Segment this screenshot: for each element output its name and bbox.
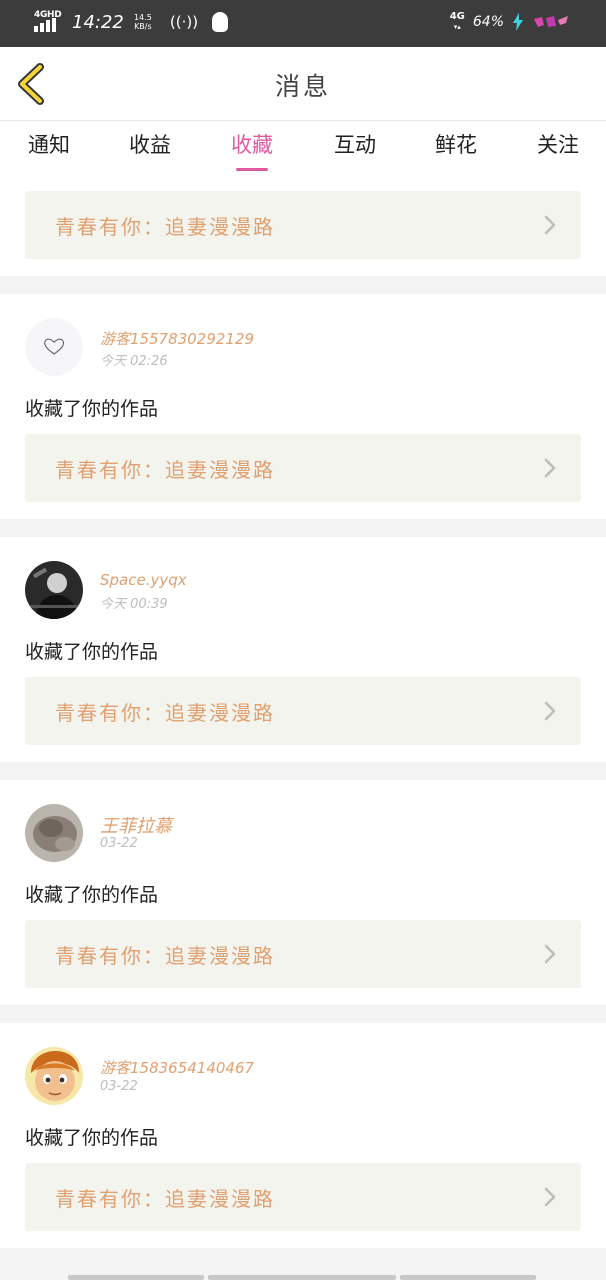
notification-message: 收藏了你的作品: [25, 1127, 159, 1149]
tab-bar: 通知 收益 收藏 互动 鲜花 关注: [0, 121, 606, 175]
tab-interactions[interactable]: 互动: [323, 129, 387, 159]
work-link[interactable]: 青春有你：追妻漫漫路: [25, 434, 581, 502]
chevron-right-icon: [543, 214, 557, 236]
username[interactable]: 游客15836541404​67: [100, 1057, 254, 1078]
tab-earnings[interactable]: 收益: [118, 129, 182, 159]
hotspot-icon: ((·)): [169, 13, 199, 31]
clock: 14:22: [72, 11, 124, 33]
notification-message: 收藏了你的作品: [25, 884, 159, 906]
tab-favorites-label: 收藏: [231, 133, 273, 157]
user-avatar[interactable]: [25, 1047, 83, 1105]
net-speed: 14.5 KB/s: [132, 13, 154, 31]
timestamp: 03-22: [100, 836, 138, 851]
work-title: 青春有你：追妻漫漫路: [55, 458, 275, 482]
signal-bars: [34, 18, 56, 32]
battery-level: 64%: [472, 14, 504, 30]
username[interactable]: 游客15578302921​29: [100, 328, 254, 349]
user-avatar[interactable]: [25, 804, 83, 862]
tab-notifications[interactable]: 通知: [17, 129, 81, 159]
work-title: 青春有你：追妻漫漫路: [55, 215, 275, 239]
work-title: 青春有你：追妻漫漫路: [55, 701, 275, 725]
notification-card: Space.yyqx 今天 00:39 收藏了你的作品 青春有你：追妻漫漫路: [0, 537, 606, 762]
work-title: 青春有你：追妻漫漫路: [55, 944, 275, 968]
chevron-right-icon: [543, 700, 557, 722]
tab-following[interactable]: 关注: [526, 129, 590, 159]
chevron-right-icon: [543, 457, 557, 479]
cell-signal-icon: 4GHD: [32, 10, 62, 34]
work-link[interactable]: 青春有你：追妻漫漫路: [25, 191, 581, 259]
status-right: 4G ▾▴ 64%: [450, 12, 572, 32]
timestamp: 今天 00:39: [100, 597, 168, 612]
work-link[interactable]: 青春有你：追妻漫漫路: [25, 920, 581, 988]
network-4g-icon: 4G ▾▴: [449, 11, 465, 32]
net-speed-unit: KB/s: [134, 22, 152, 31]
tab-favorites[interactable]: 收藏: [220, 129, 284, 171]
notification-message: 收藏了你的作品: [25, 398, 159, 420]
status-left: 4GHD 14:22 14.5 KB/s ((·)): [32, 10, 229, 34]
work-link[interactable]: 青春有你：追妻漫漫路: [25, 1163, 581, 1231]
active-tab-indicator: [236, 168, 268, 171]
status-bar: 4GHD 14:22 14.5 KB/s ((·)) 4G ▾▴ 64%: [0, 0, 606, 47]
chevron-right-icon: [543, 1186, 557, 1208]
net-speed-value: 14.5: [133, 13, 152, 22]
username[interactable]: Space.yyqx: [100, 571, 187, 589]
next-card-peek: [68, 1275, 538, 1280]
username[interactable]: 王菲拉慕: [100, 812, 172, 838]
user-avatar[interactable]: [25, 318, 83, 376]
notification-card: 游客15836541404​67 03-22 收藏了你的作品 青春有你：追妻漫漫…: [0, 1023, 606, 1248]
user-avatar[interactable]: [25, 561, 83, 619]
notification-card: 王菲拉慕 03-22 收藏了你的作品 青春有你：追妻漫漫路: [0, 780, 606, 1005]
page-title: 消息: [274, 72, 331, 101]
notification-card: 游客15578302921​29 今天 02:26 收藏了你的作品 青春有你：追…: [0, 294, 606, 519]
notification-card: 青春有你：追妻漫漫路: [0, 175, 606, 276]
work-title: 青春有你：追妻漫漫路: [55, 1187, 275, 1211]
notification-message: 收藏了你的作品: [25, 641, 159, 663]
timestamp: 03-22: [100, 1079, 138, 1094]
qq-penguin-icon: [212, 12, 229, 32]
charging-bolt-icon: [512, 13, 524, 31]
work-link[interactable]: 青春有你：追妻漫漫路: [25, 677, 581, 745]
decoration-icon: [532, 13, 572, 31]
chevron-right-icon: [543, 943, 557, 965]
tab-flowers[interactable]: 鲜花: [424, 129, 488, 159]
timestamp: 今天 02:26: [100, 354, 168, 369]
network-label: 4G: [449, 11, 465, 22]
nav-bar: 消息: [0, 47, 606, 121]
